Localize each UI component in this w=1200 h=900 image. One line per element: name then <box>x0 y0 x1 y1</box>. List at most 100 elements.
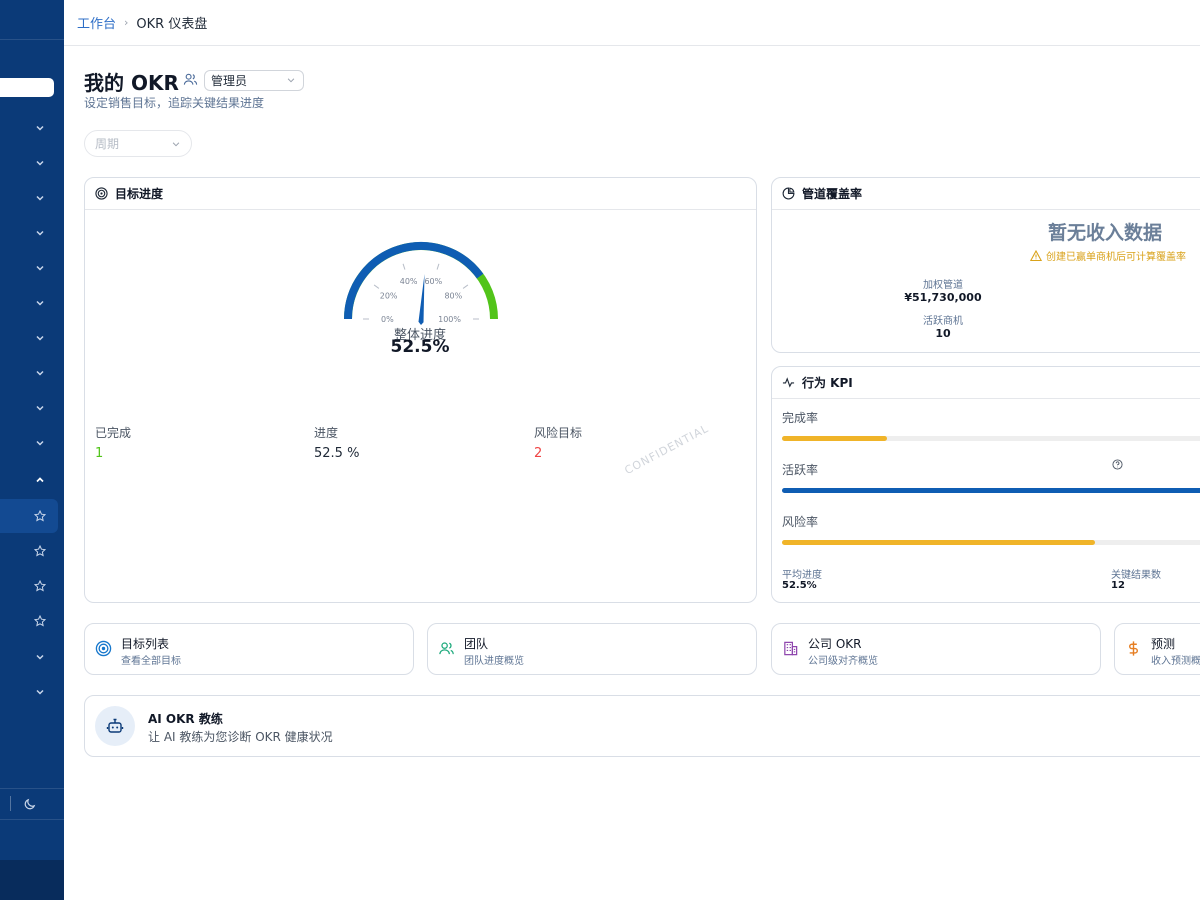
objective-progress-header: 目标进度 <box>85 178 756 210</box>
avg-progress-label: 平均进度 <box>782 570 822 581</box>
stat-risk-value: 2 <box>534 446 543 461</box>
gauge-tick <box>402 263 406 270</box>
breadcrumb-current: OKR 仪表盘 <box>136 17 208 32</box>
gauge-needle <box>418 274 425 325</box>
sidebar-group-6[interactable] <box>0 286 64 320</box>
chevron-down-icon <box>36 689 44 695</box>
sidebar-group-4[interactable] <box>0 216 64 250</box>
sidebar-group-okr[interactable] <box>0 463 64 497</box>
warning-icon <box>1030 249 1042 261</box>
building-icon <box>784 641 798 656</box>
chevron-down-icon <box>172 142 180 147</box>
nav-card-title: 团队 <box>464 637 489 651</box>
sidebar-item-okr-4[interactable] <box>0 604 64 638</box>
chevron-down-icon <box>36 440 44 446</box>
pipeline-empty-title: 暂无收入数据 <box>1048 222 1163 244</box>
pie-chart-icon <box>782 187 795 200</box>
pipeline-coverage-card: 管道覆盖率 暂无收入数据 创建已赢单商机后可计算覆盖率 加权管道 ¥51,730… <box>771 177 1200 353</box>
nav-card-title: 预测 <box>1151 637 1176 651</box>
nav-card-objective-list[interactable]: 目标列表 查看全部目标 <box>84 623 414 675</box>
sidebar-group-12[interactable] <box>0 675 64 709</box>
kpi-risk-bar <box>782 540 1200 545</box>
sidebar-divider <box>0 39 64 40</box>
gauge-tick <box>373 284 380 289</box>
nav-card-subtitle: 查看全部目标 <box>121 656 181 667</box>
chevron-down-icon <box>36 335 44 341</box>
key-results-value: 12 <box>1111 580 1125 591</box>
page-title: 我的 OKR <box>84 71 179 95</box>
chevron-down-icon <box>36 125 44 131</box>
chevron-down-icon <box>36 370 44 376</box>
kpi-active-label: 活跃率 <box>782 463 819 477</box>
nav-card-company-okr[interactable]: 公司 OKR 公司级对齐概览 <box>771 623 1101 675</box>
confidential-watermark: CONFIDENTIAL <box>622 421 711 478</box>
chevron-right-icon: › <box>124 16 129 29</box>
sidebar-divider <box>0 788 64 789</box>
users-icon <box>183 73 198 85</box>
kpi-active-bar <box>782 488 1200 493</box>
card-title: 行为 KPI <box>802 376 853 390</box>
sidebar-group-3[interactable] <box>0 181 64 215</box>
sidebar-group-5[interactable] <box>0 251 64 285</box>
pipeline-coverage-header: 管道覆盖率 <box>772 178 1200 210</box>
sidebar-item-okr-2[interactable] <box>0 534 64 568</box>
active-opportunities-value: 10 <box>935 327 951 340</box>
coach-title: AI OKR 教练 <box>148 712 223 726</box>
gauge-value: 52.5% <box>390 337 450 357</box>
team-icon <box>439 642 454 655</box>
kpi-risk-fill <box>782 540 1095 545</box>
nav-card-title: 公司 OKR <box>808 637 862 651</box>
key-results-label: 关键结果数 <box>1111 570 1161 581</box>
sidebar-group-1[interactable] <box>0 111 64 145</box>
avg-progress-value: 52.5% <box>782 580 817 591</box>
gauge-tick-label: 40% <box>400 277 418 286</box>
chevron-down-icon <box>36 654 44 660</box>
gauge-tick-label: 100% <box>438 315 461 324</box>
role-select-value: 管理员 <box>211 74 248 88</box>
card-title: 目标进度 <box>115 187 164 201</box>
help-circle-icon[interactable] <box>1112 459 1123 470</box>
card-title: 管道覆盖率 <box>802 187 863 201</box>
sidebar-group-8[interactable] <box>0 356 64 390</box>
chevron-down-icon <box>36 265 44 271</box>
stat-completed-label: 已完成 <box>95 426 132 440</box>
ai-okr-coach-card[interactable]: AI OKR 教练 让 AI 教练为您诊断 OKR 健康状况 <box>84 695 1200 757</box>
sidebar-group-10[interactable] <box>0 426 64 460</box>
sidebar-group-9[interactable] <box>0 391 64 425</box>
chevron-up-icon <box>36 477 44 483</box>
active-opportunities-label: 活跃商机 <box>923 316 963 327</box>
gauge-tick <box>462 284 469 289</box>
stat-completed-value: 1 <box>95 446 104 461</box>
stat-risk-label: 风险目标 <box>534 426 583 440</box>
weighted-pipeline-value: ¥51,730,000 <box>904 291 982 304</box>
sidebar-search-input[interactable] <box>0 78 54 97</box>
sidebar-group-2[interactable] <box>0 146 64 180</box>
nav-card-subtitle: 收入预测概 <box>1151 656 1200 667</box>
breadcrumb: 工作台 › OKR 仪表盘 <box>64 0 1200 46</box>
breadcrumb-home-link[interactable]: 工作台 <box>77 13 116 32</box>
sidebar-divider <box>0 819 64 820</box>
robot-icon <box>106 718 124 733</box>
role-select[interactable]: 管理员 <box>204 70 304 91</box>
sidebar-separator <box>10 796 11 811</box>
moon-icon[interactable] <box>24 797 37 810</box>
nav-card-forecast[interactable]: 预测 收入预测概 <box>1114 623 1200 675</box>
star-icon <box>34 510 46 522</box>
sidebar-item-okr-dashboard[interactable] <box>0 499 58 533</box>
sidebar-group-11[interactable] <box>0 640 64 674</box>
sidebar-group-7[interactable] <box>0 321 64 355</box>
pipeline-warning-text: 创建已赢单商机后可计算覆盖率 <box>1046 252 1186 263</box>
star-icon <box>34 545 46 557</box>
kpi-risk-label: 风险率 <box>782 515 819 529</box>
nav-card-team[interactable]: 团队 团队进度概览 <box>427 623 757 675</box>
activity-icon <box>782 377 795 388</box>
period-select-placeholder: 周期 <box>95 137 120 151</box>
period-select[interactable]: 周期 <box>84 130 192 157</box>
page-subtitle: 设定销售目标，追踪关键结果进度 <box>84 96 265 110</box>
target-icon <box>95 640 112 657</box>
sidebar-item-okr-3[interactable] <box>0 569 64 603</box>
chevron-down-icon <box>36 160 44 166</box>
star-icon <box>34 580 46 592</box>
gauge-tick-label: 20% <box>380 291 398 300</box>
coach-avatar <box>95 706 135 746</box>
